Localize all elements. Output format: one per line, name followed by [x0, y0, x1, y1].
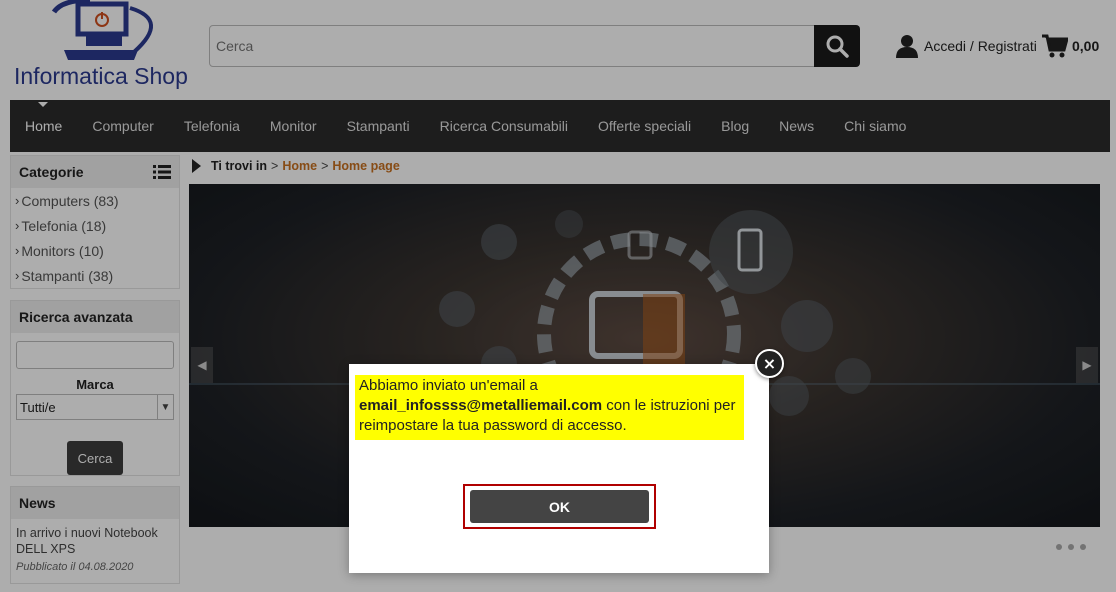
close-icon[interactable]: ×: [755, 349, 784, 378]
ok-button[interactable]: OK: [470, 490, 649, 523]
password-reset-dialog: Abbiamo inviato un'email a email_infosss…: [349, 364, 769, 573]
ok-button-focus-frame: OK: [463, 484, 656, 529]
message-email: email_infossss@metalliemail.com: [359, 397, 603, 414]
dialog-message: Abbiamo inviato un'email a email_infosss…: [355, 375, 744, 440]
message-before: Abbiamo inviato un'email a: [359, 377, 538, 394]
